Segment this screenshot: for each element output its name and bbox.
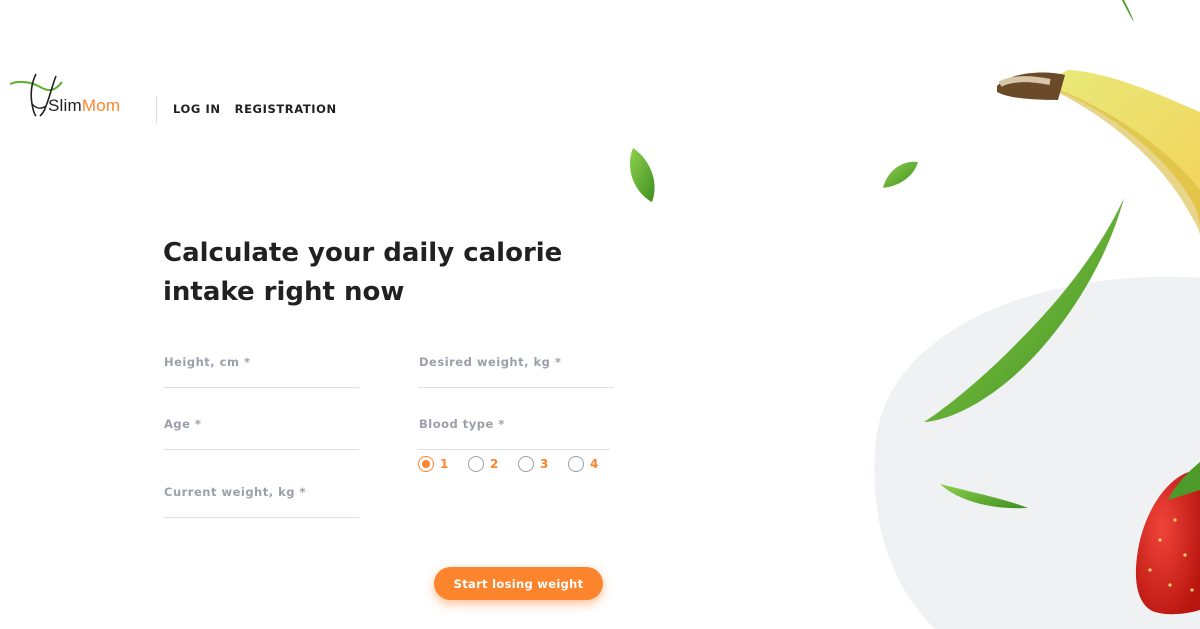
age-input[interactable] (163, 410, 359, 449)
logo[interactable]: SlimMom (6, 66, 146, 122)
radio-label: 2 (490, 457, 499, 471)
height-field[interactable]: Height, cm * (163, 348, 359, 388)
blood-type-radio-2[interactable]: 2 (468, 456, 518, 472)
blood-type-radio-3[interactable]: 3 (518, 456, 568, 472)
radio-circle[interactable] (518, 456, 534, 472)
registration-link[interactable]: REGISTRATION (235, 102, 337, 116)
leaf-icon (629, 0, 1134, 509)
blood-type-radio-group: 1 2 3 4 (418, 456, 618, 472)
logo-text-slim: Slim (48, 96, 82, 115)
radio-label: 3 (540, 457, 549, 471)
start-losing-weight-button[interactable]: Start losing weight (434, 567, 603, 600)
banana-image (997, 70, 1200, 236)
logo-text-mom: Mom (81, 96, 121, 115)
radio-circle[interactable] (468, 456, 484, 472)
desired-weight-field[interactable]: Desired weight, kg * (418, 348, 614, 388)
radio-label: 4 (590, 457, 599, 471)
radio-label: 1 (440, 457, 449, 471)
page-title: Calculate your daily calorie intake righ… (163, 238, 563, 307)
radio-circle[interactable] (568, 456, 584, 472)
blood-type-radio-4[interactable]: 4 (568, 456, 618, 472)
header-divider (156, 96, 157, 124)
desired-weight-input[interactable] (418, 348, 614, 387)
blood-type-label: Blood type * (419, 417, 505, 431)
fruit-illustration (629, 0, 1200, 629)
login-link[interactable]: LOG IN (173, 102, 221, 116)
strawberry-image (1135, 462, 1200, 615)
background-blob (874, 276, 1200, 629)
blood-type-field: Blood type * (418, 410, 610, 450)
height-input[interactable] (163, 348, 359, 387)
radio-circle[interactable] (418, 456, 434, 472)
age-field[interactable]: Age * (163, 410, 359, 450)
header-nav: LOG IN REGISTRATION (173, 102, 337, 116)
logo-text: SlimMom (48, 96, 120, 116)
current-weight-input[interactable] (163, 478, 359, 517)
blood-type-radio-1[interactable]: 1 (418, 456, 468, 472)
current-weight-field[interactable]: Current weight, kg * (163, 478, 359, 518)
